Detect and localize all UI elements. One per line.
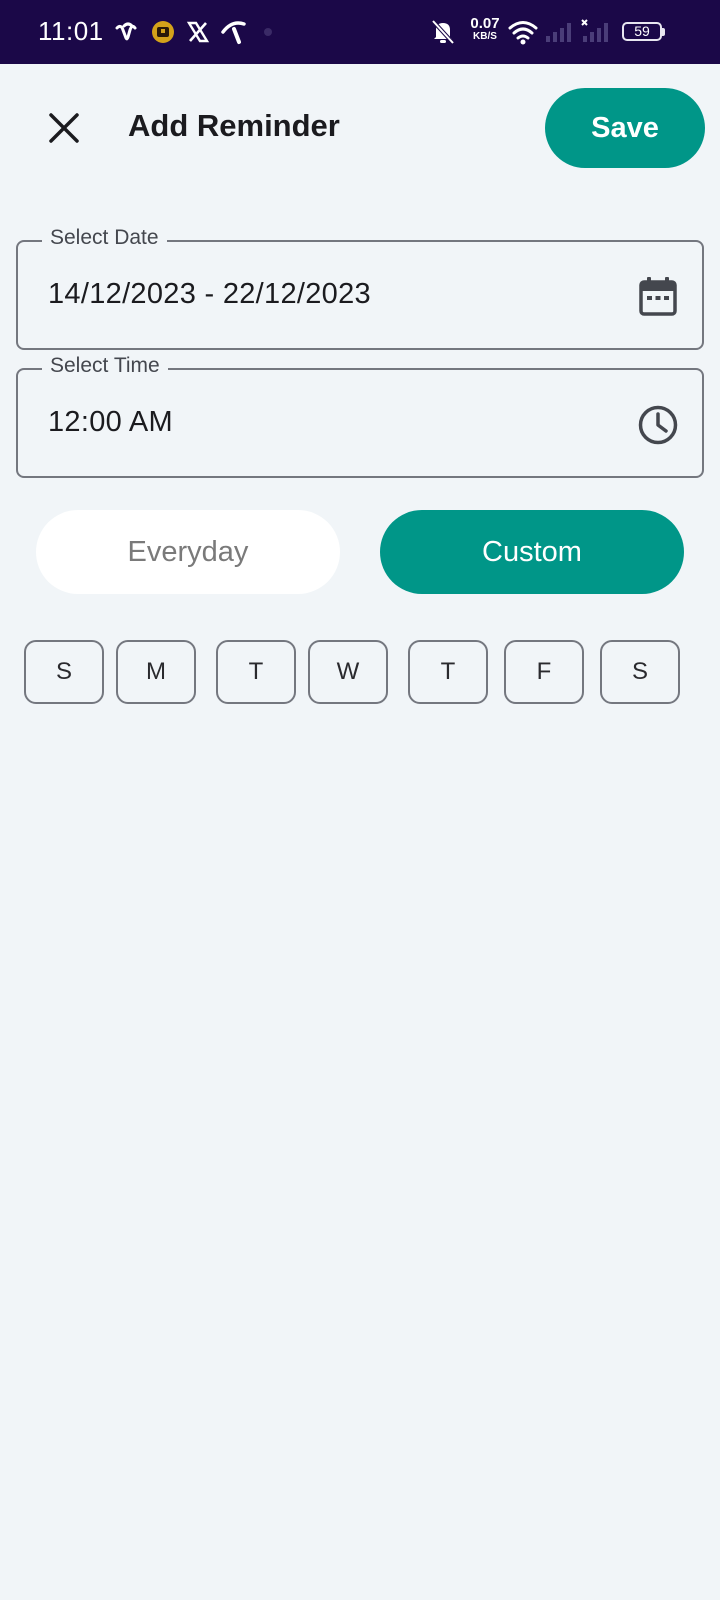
status-bar: 11:01 0.07 KB/S 59 xyxy=(0,0,720,64)
time-field-label: Select Time xyxy=(42,354,168,378)
day-chip-sunday[interactable]: S xyxy=(24,640,104,704)
page-title: Add Reminder xyxy=(128,108,340,143)
battery-level: 59 xyxy=(634,23,650,39)
day-chip-tuesday[interactable]: T xyxy=(216,640,296,704)
battery-icon: 59 xyxy=(622,22,662,41)
bell-off-icon xyxy=(431,19,455,45)
carrier-app-icon xyxy=(221,21,246,44)
day-chip-wednesday[interactable]: W xyxy=(308,640,388,704)
save-button[interactable]: Save xyxy=(545,88,705,168)
date-field-value: 14/12/2023 - 22/12/2023 xyxy=(48,278,371,310)
clock-icon[interactable] xyxy=(636,403,680,447)
signal-icon xyxy=(546,23,571,42)
date-field-label: Select Date xyxy=(42,226,167,250)
coin-app-icon xyxy=(152,21,174,43)
time-field-value: 12:00 AM xyxy=(48,406,173,438)
wifi-icon xyxy=(508,21,538,45)
day-chip-monday[interactable]: M xyxy=(116,640,196,704)
day-chip-friday[interactable]: F xyxy=(504,640,584,704)
notification-dot xyxy=(264,28,272,36)
custom-button[interactable]: Custom xyxy=(380,510,684,594)
status-time: 11:01 xyxy=(38,16,104,46)
date-field[interactable]: Select Date 14/12/2023 - 22/12/2023 xyxy=(16,226,704,350)
calendar-icon[interactable] xyxy=(636,275,680,319)
time-field[interactable]: Select Time 12:00 AM xyxy=(16,354,704,478)
everyday-button[interactable]: Everyday xyxy=(36,510,340,594)
close-icon xyxy=(49,113,79,143)
battery-tip xyxy=(662,28,665,36)
net-speed: 0.07 KB/S xyxy=(470,15,500,42)
x-app-icon xyxy=(186,21,210,43)
close-button[interactable] xyxy=(40,104,88,152)
day-chip-thursday[interactable]: T xyxy=(408,640,488,704)
wave-app-icon xyxy=(115,22,137,41)
signal-no-sim-icon xyxy=(581,19,608,42)
day-chip-saturday[interactable]: S xyxy=(600,640,680,704)
